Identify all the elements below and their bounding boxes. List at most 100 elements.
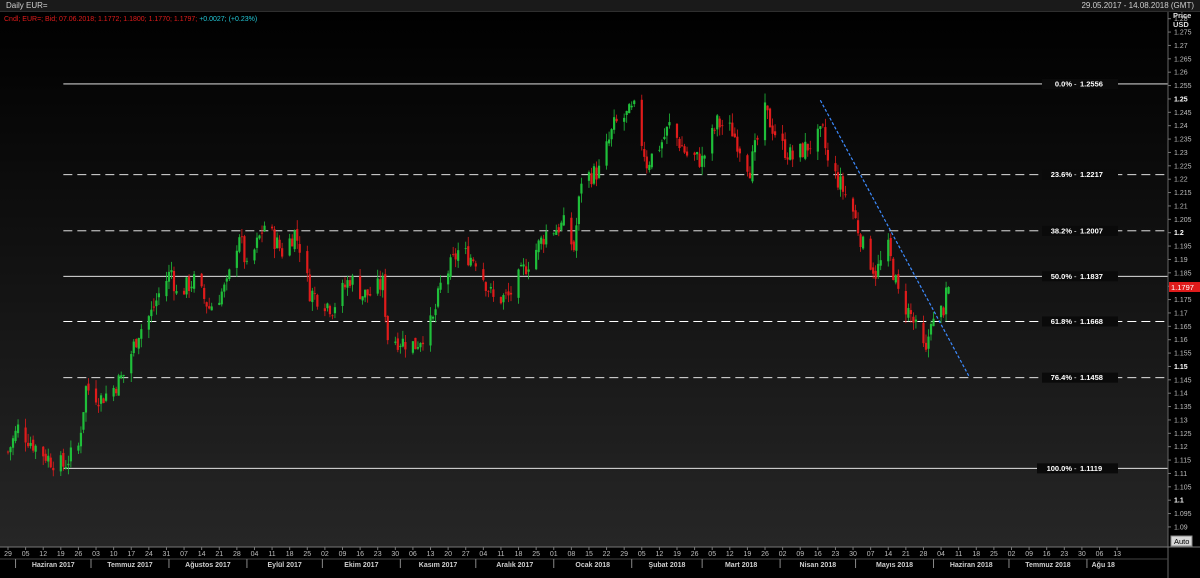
candle-body (348, 280, 352, 287)
candle-body (703, 155, 706, 159)
candle-body (44, 453, 47, 461)
day-tick-label: 30 (391, 551, 399, 558)
fib-level-value: 1.1458 (1080, 373, 1103, 382)
candle-body (404, 341, 407, 350)
price-tick-label: 1.125 (1174, 431, 1192, 438)
candle-body (270, 226, 274, 229)
candle-body (675, 123, 679, 138)
price-tick-label: 1.16 (1174, 337, 1188, 344)
candle-body (721, 125, 724, 127)
candle-body (333, 307, 337, 314)
candle-body (42, 446, 45, 457)
candle-body (489, 287, 492, 289)
candle-body (185, 277, 188, 295)
price-tick-label: 1.24 (1174, 123, 1188, 130)
candle-body (698, 153, 701, 167)
candle-body (472, 259, 475, 262)
candle-body (535, 249, 538, 270)
candle-body (597, 165, 601, 178)
candle-body (736, 136, 739, 152)
price-tick-label: 1.185 (1174, 270, 1192, 277)
day-tick-label: 16 (356, 551, 364, 558)
candle-body (806, 143, 809, 151)
candle-body (343, 284, 347, 288)
title-bar: Daily EUR= 29.05.2017 - 14.08.2018 (GMT) (0, 0, 1200, 12)
day-tick-label: 16 (814, 551, 822, 558)
candle-body (203, 287, 206, 299)
candle-body (429, 315, 432, 346)
candle-body (210, 306, 213, 311)
fib-level-value: 1.1837 (1080, 272, 1103, 281)
candle-body (49, 457, 52, 468)
candle-body (273, 229, 276, 249)
candle-body (298, 244, 301, 253)
day-tick-label: 01 (550, 551, 558, 558)
candle-body (218, 302, 221, 305)
price-tick-label: 1.165 (1174, 324, 1192, 331)
candle-body (97, 404, 100, 407)
candle-body (768, 108, 772, 128)
day-tick-label: 11 (497, 551, 504, 558)
candle-body (394, 341, 397, 343)
candlestick-chart[interactable]: 0.0% 1.2556-23.6% 1.2217-38.2% 1.2007-50.0%… (0, 12, 1200, 578)
day-tick-label: 18 (515, 551, 523, 558)
candle-body (431, 316, 435, 319)
price-axis[interactable]: Price USD Auto 1.091.0951.11.1051.111.11… (1167, 12, 1200, 578)
candle-body (396, 338, 399, 350)
price-tick-label: 1.235 (1174, 137, 1192, 144)
candle-body (376, 278, 379, 294)
day-tick-label: 08 (567, 551, 575, 558)
candle-body (658, 149, 661, 151)
candle-body (258, 235, 261, 239)
price-tick-label: 1.275 (1174, 30, 1192, 37)
candle-body (728, 122, 731, 124)
candle-body (562, 215, 565, 226)
time-axis[interactable]: 29 05 12 19 26 03 10 17 24 31 07 14 21 28 04 11 18 25 02 09… (0, 546, 1200, 569)
candle-body (819, 126, 822, 129)
candle-body (223, 284, 226, 292)
candle-body (927, 336, 930, 349)
day-tick-label: 29 (620, 551, 628, 558)
price-tick-label: 1.25 (1174, 96, 1188, 103)
day-tick-label: 09 (339, 551, 347, 558)
candle-body (115, 388, 118, 394)
candle-body (359, 276, 362, 299)
candle-body (877, 263, 880, 277)
candle-body (414, 337, 417, 350)
candle-body (944, 287, 948, 315)
candle-body (924, 342, 928, 350)
month-label: Aralık 2017 (496, 562, 533, 569)
fib-level-percent: 61.8% (1051, 317, 1073, 326)
candle-body (605, 141, 608, 166)
day-tick-label: 18 (286, 551, 294, 558)
day-tick-label: 16 (1043, 551, 1051, 558)
candle-body (165, 280, 168, 297)
month-label: Ağustos 2017 (185, 562, 231, 569)
candle-body (122, 374, 125, 376)
day-tick-label: 31 (163, 551, 171, 558)
candle-body (869, 238, 872, 270)
fib-level-percent: 76.4% (1051, 373, 1073, 382)
candle-body (678, 138, 681, 149)
candle-body (771, 125, 774, 134)
day-tick-label: 21 (902, 551, 910, 558)
candle-body (570, 217, 573, 245)
day-tick-label: 27 (462, 551, 470, 558)
date-range: 29.05.2017 - 14.08.2018 (GMT) (1081, 1, 1194, 10)
day-tick-label: 04 (251, 551, 259, 558)
candle-body (175, 291, 178, 294)
candle-body (32, 439, 35, 451)
fib-level-value: 1.1119 (1080, 464, 1102, 473)
day-tick-label: 05 (708, 551, 716, 558)
day-tick-label: 02 (779, 551, 787, 558)
price-tick-label: 1.205 (1174, 217, 1192, 224)
candle-body (449, 257, 452, 277)
auto-scale-label[interactable]: Auto (1174, 537, 1189, 546)
candle-body (663, 136, 666, 140)
candle-body (328, 305, 332, 315)
candle-body (628, 104, 631, 114)
candle-body (6, 451, 10, 453)
candle-body (507, 291, 510, 296)
candle-body (524, 266, 528, 275)
candle-body (313, 293, 316, 294)
